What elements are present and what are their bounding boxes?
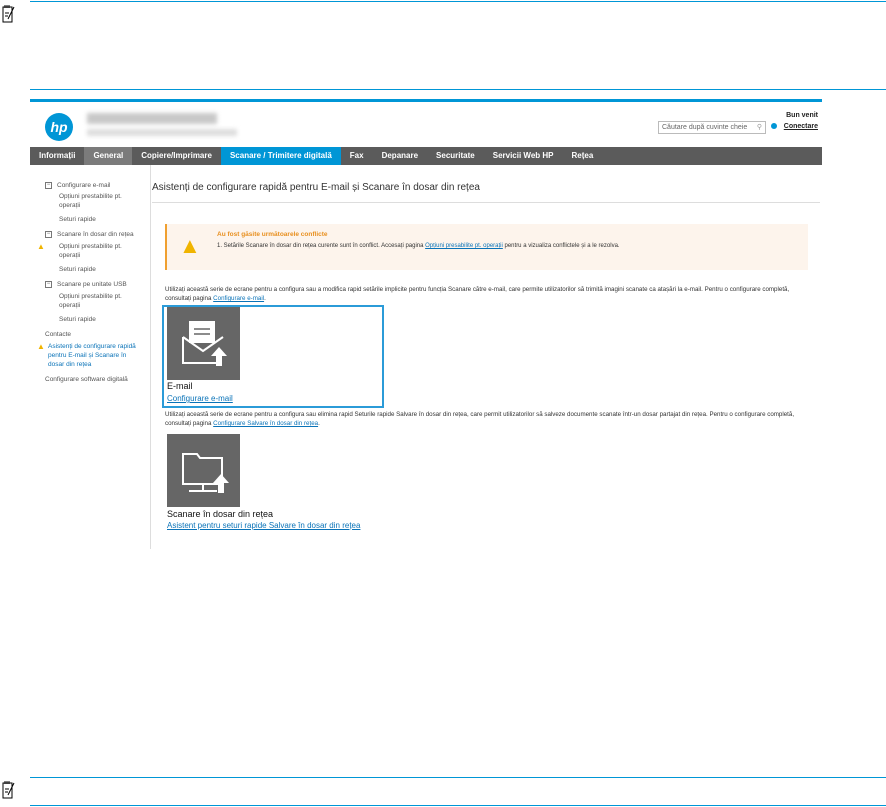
- label: Scanare pe unitate USB: [57, 281, 127, 288]
- sidebar-item-software[interactable]: Configurare software digitală: [45, 375, 128, 384]
- tab-network[interactable]: Rețea: [563, 147, 603, 165]
- collapse-icon[interactable]: −: [45, 181, 52, 189]
- login-link[interactable]: Conectare: [784, 123, 818, 130]
- note-icon: [2, 781, 15, 799]
- ews-screenshot: hp Căutare după cuvinte cheie ⚲ Bun venit…: [30, 99, 822, 549]
- folder-tile-link[interactable]: Asistent pentru seturi rapide Salvare în…: [167, 521, 360, 530]
- sidebar-item-usb-opts[interactable]: Opțiuni prestabilite pt. operații: [59, 292, 134, 310]
- sidebar-item-contacts[interactable]: Contacte: [45, 330, 71, 339]
- folder-tile-link-wrap: Asistent pentru seturi rapide Salvare în…: [167, 521, 360, 530]
- folder-tile-icon[interactable]: [167, 434, 240, 507]
- note-icon: [2, 5, 15, 23]
- search-icon[interactable]: ⚲: [757, 123, 762, 131]
- warning-icon: ▲: [37, 242, 45, 251]
- tab-security[interactable]: Securitate: [427, 147, 484, 165]
- folder-description: Utilizați această serie de ecrane pentru…: [165, 411, 795, 427]
- note2-top-rule: [30, 777, 886, 778]
- text: 1. Setările Scanare în dosar din rețea c…: [217, 243, 426, 249]
- welcome-text: Bun venit: [786, 112, 818, 119]
- tab-scan[interactable]: Scanare / Trimitere digitală: [220, 147, 341, 165]
- network-folder-icon: [182, 453, 229, 493]
- sidebar-item-folder-quick[interactable]: Seturi rapide: [59, 265, 96, 274]
- email-tile-link-wrap: Configurare e-mail: [167, 394, 233, 403]
- tab-web-services[interactable]: Servicii Web HP: [484, 147, 563, 165]
- sidebar-item-email[interactable]: − Configurare e-mail: [45, 181, 110, 190]
- collapse-icon[interactable]: −: [45, 230, 52, 238]
- warning-icon: ▲: [179, 233, 201, 258]
- email-upload-icon: [182, 321, 227, 366]
- alert-text: 1. Setările Scanare în dosar din rețea c…: [217, 243, 620, 249]
- sidebar-item-usb-quick[interactable]: Seturi rapide: [59, 315, 96, 324]
- tab-general[interactable]: General: [84, 147, 133, 165]
- note-bottom-rule: [30, 89, 886, 90]
- note2-bottom-rule: [30, 805, 886, 806]
- main-nav: Informații General Copiere/Imprimare Sca…: [30, 147, 822, 165]
- sidebar-item-email-opts[interactable]: Opțiuni prestabilite pt. operații: [59, 192, 134, 210]
- page-title: Asistenți de configurare rapidă pentru E…: [152, 182, 480, 193]
- search-placeholder: Căutare după cuvinte cheie: [662, 124, 748, 131]
- alert-heading: Au fost găsite următoarele conflicte: [217, 231, 328, 238]
- sidebar-item-folder[interactable]: − Scanare în dosar din rețea: [45, 230, 134, 239]
- hp-logo: hp: [45, 113, 73, 141]
- conflict-alert: ▲ Au fost găsite următoarele conflicte 1…: [165, 224, 808, 270]
- folder-config-link[interactable]: Configurare Salvare în dosar din rețea: [213, 420, 318, 427]
- top-accent-bar: [30, 99, 822, 102]
- note-top-rule: [30, 1, 886, 2]
- printer-name-blurred: [87, 113, 217, 124]
- sidebar-item-wizard[interactable]: Asistenți de configurare rapidă pentru E…: [48, 342, 144, 369]
- tab-fax[interactable]: Fax: [341, 147, 373, 165]
- folder-tile-title: Scanare în dosar din rețea: [167, 509, 274, 519]
- alert-link[interactable]: Opțiuni presabilite pt. operații: [425, 243, 503, 249]
- divider: [152, 202, 820, 203]
- location-icon: [771, 123, 777, 129]
- text: pentru a vizualiza conflictele și a le r…: [502, 243, 620, 249]
- label: Scanare în dosar din rețea: [57, 231, 134, 238]
- email-config-link[interactable]: Configurare e-mail: [213, 295, 264, 302]
- sidebar: − Configurare e-mail Opțiuni prestabilite…: [30, 165, 151, 549]
- label: Configurare e-mail: [57, 182, 111, 189]
- sidebar-item-email-quick[interactable]: Seturi rapide: [59, 215, 96, 224]
- warning-icon: ▲: [37, 342, 45, 351]
- email-tile-title: E-mail: [167, 381, 193, 391]
- tab-copy-print[interactable]: Copiere/Imprimare: [132, 147, 221, 165]
- email-tile-icon[interactable]: [167, 307, 240, 380]
- sidebar-item-usb[interactable]: − Scanare pe unitate USB: [45, 280, 127, 289]
- email-tile-link[interactable]: Configurare e-mail: [167, 394, 233, 403]
- tab-troubleshoot[interactable]: Depanare: [373, 147, 427, 165]
- collapse-icon[interactable]: −: [45, 280, 52, 288]
- tab-info[interactable]: Informații: [30, 147, 84, 165]
- email-description: Utilizați această serie de ecrane pentru…: [165, 286, 790, 302]
- search-input[interactable]: Căutare după cuvinte cheie ⚲: [658, 121, 766, 134]
- sidebar-item-folder-opts[interactable]: Opțiuni prestabilite pt. operații: [59, 242, 134, 260]
- printer-info-blurred: [87, 129, 237, 136]
